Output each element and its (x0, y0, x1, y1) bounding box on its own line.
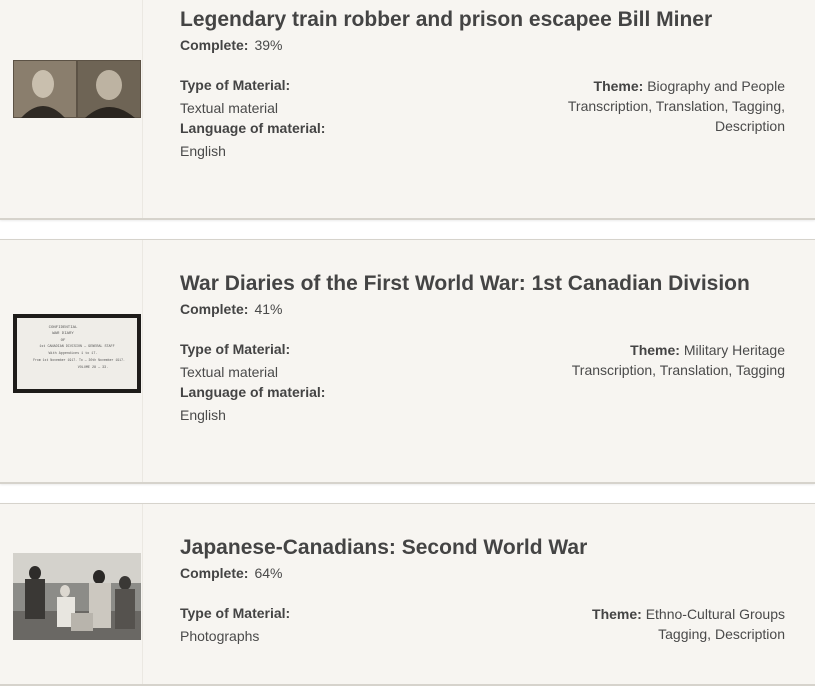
complete-label: Complete: (180, 301, 249, 317)
collection-title[interactable]: Japanese-Canadians: Second World War (180, 536, 587, 560)
type-value: Textual material (180, 364, 279, 380)
doc-line: 1st CANADIAN DIVISION — GENERAL STAFF (39, 345, 114, 349)
theme-block: Theme: Biography and People Transcriptio… (525, 76, 785, 136)
type-label: Type of Material: (180, 605, 291, 621)
collection-thumbnail[interactable] (13, 60, 141, 118)
collection-card: Legendary train robber and prison escape… (0, 0, 815, 220)
theme-value: Biography and People (647, 78, 785, 94)
collection-title[interactable]: Legendary train robber and prison escape… (180, 8, 712, 32)
complete-value: 41% (254, 301, 283, 317)
language-label: Language of material: (180, 384, 326, 400)
completion-status: Complete: 64% (180, 565, 282, 581)
type-label: Type of Material: (180, 77, 291, 93)
doc-line: From 1st November 1917. To — 30th Novemb… (33, 358, 125, 362)
collection-thumbnail[interactable]: CONFIDENTIAL WAR DIARY OF 1st CANADIAN D… (13, 314, 141, 393)
complete-label: Complete: (180, 37, 249, 53)
type-label: Type of Material: (180, 341, 291, 357)
complete-value: 39% (254, 37, 283, 53)
theme-block: Theme: Military Heritage Transcription, … (525, 340, 785, 380)
theme-label: Theme: (630, 342, 680, 358)
task-list: Transcription, Translation, Tagging, Des… (567, 98, 785, 134)
collection-card: CONFIDENTIAL WAR DIARY OF 1st CANADIAN D… (0, 239, 815, 484)
complete-value: 64% (254, 565, 283, 581)
theme-label: Theme: (593, 78, 644, 94)
language-label: Language of material: (180, 120, 326, 136)
completion-status: Complete: 39% (180, 37, 282, 53)
doc-line: CONFIDENTIAL (49, 326, 78, 330)
theme-block: Theme: Ethno-Cultural Groups Tagging, De… (525, 604, 785, 644)
collection-thumbnail[interactable] (13, 553, 141, 640)
doc-line: VOLUME 28 — 33. (78, 366, 109, 370)
complete-label: Complete: (180, 565, 249, 581)
task-list: Transcription, Translation, Tagging (571, 362, 785, 378)
theme-value: Ethno-Cultural Groups (645, 606, 785, 622)
collection-card: Japanese-Canadians: Second World War Com… (0, 503, 815, 686)
theme-label: Theme: (592, 606, 642, 622)
language-value: English (180, 143, 226, 159)
type-value: Photographs (180, 628, 260, 644)
language-value: English (180, 407, 226, 423)
completion-status: Complete: 41% (180, 301, 282, 317)
collection-title[interactable]: War Diaries of the First World War: 1st … (180, 272, 750, 296)
doc-line: With Appendices 1 to 17. (49, 351, 98, 356)
task-list: Tagging, Description (658, 626, 785, 642)
doc-line: WAR DIARY (52, 332, 74, 336)
doc-line: OF (61, 339, 66, 343)
type-value: Textual material (180, 100, 279, 116)
theme-value: Military Heritage (683, 342, 785, 358)
